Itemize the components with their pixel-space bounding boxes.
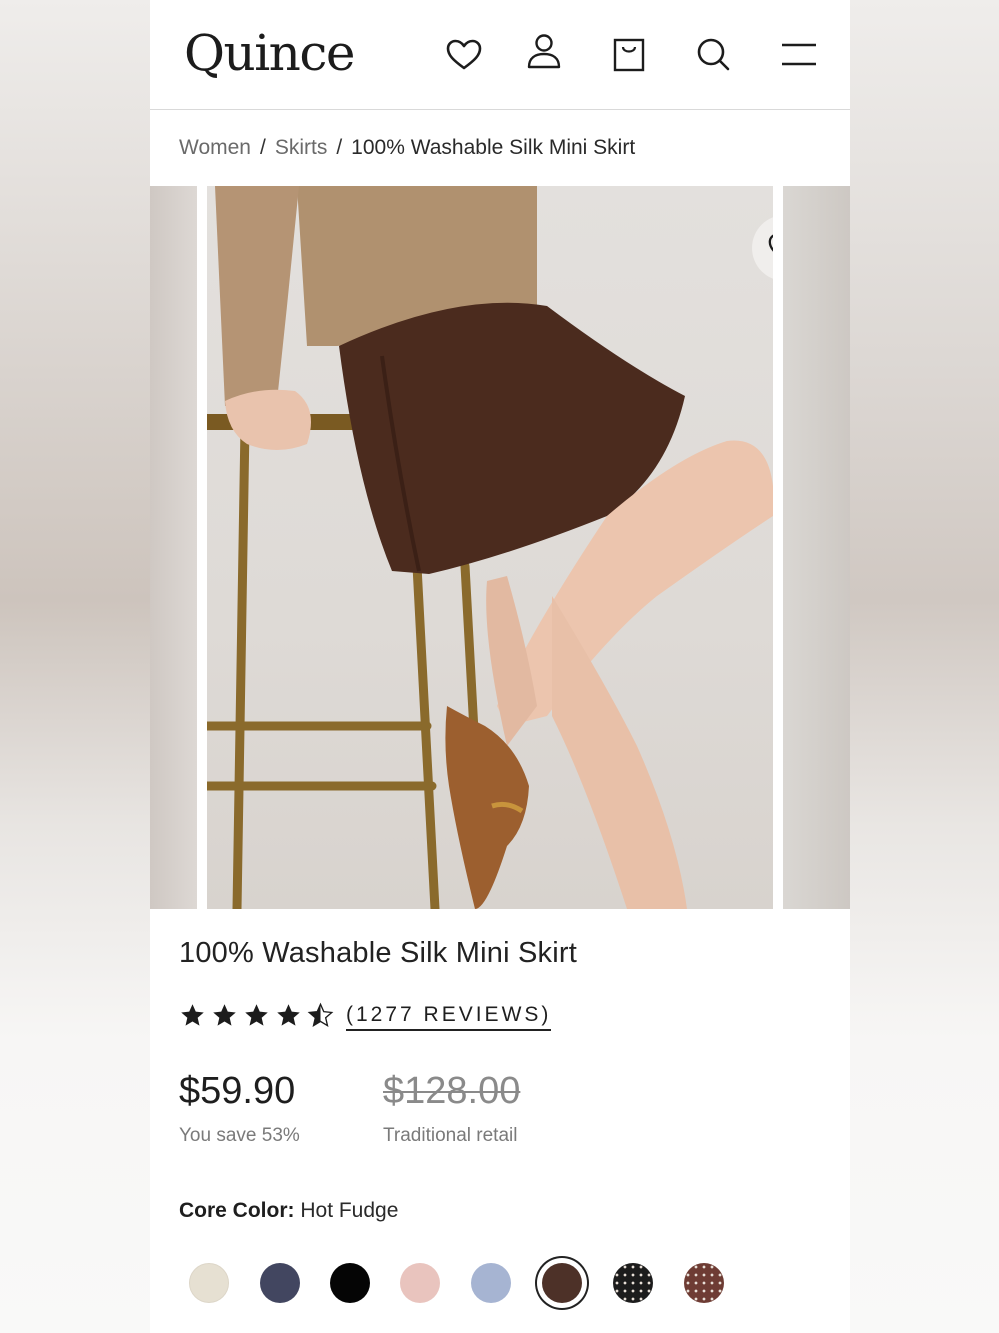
previous-image[interactable] — [150, 186, 197, 909]
reviews-link[interactable]: (1277 REVIEWS) — [346, 1003, 552, 1031]
color-label: Core Color: — [179, 1199, 295, 1222]
breadcrumb-current: 100% Washable Silk Mini Skirt — [351, 136, 636, 159]
heart-icon[interactable] — [444, 35, 484, 75]
retail-price-block: $128.00 Traditional retail — [383, 1070, 587, 1147]
breadcrumb-separator: / — [336, 136, 343, 159]
product-info: 100% Washable Silk Mini Skirt (1277 REVI… — [150, 937, 850, 1313]
product-photo-illustration — [207, 186, 773, 909]
swatch-blush[interactable] — [400, 1263, 440, 1303]
color-label-row: Core Color: Hot Fudge — [179, 1199, 821, 1223]
star-icon — [277, 1003, 300, 1026]
rating-row: (1277 REVIEWS) — [179, 998, 821, 1032]
swatch-navy[interactable] — [260, 1263, 300, 1303]
swatch-black[interactable] — [330, 1263, 370, 1303]
breadcrumb-separator: / — [259, 136, 266, 159]
search-icon[interactable] — [693, 35, 733, 75]
product-page: Quince Women / Skirts / 100% Washable Si… — [150, 0, 850, 1333]
price-row: $59.90 You save 53% $128.00 Traditional … — [179, 1070, 821, 1147]
swatch-brown-dot[interactable] — [684, 1263, 724, 1303]
star-icon — [213, 1003, 236, 1026]
swatch-blue[interactable] — [471, 1263, 511, 1303]
menu-icon[interactable] — [779, 35, 819, 75]
star-rating — [179, 1002, 334, 1029]
header-icons — [150, 32, 850, 78]
reviews-count: (1277 REVIEWS) — [346, 1003, 552, 1031]
retail-price: $128.00 — [383, 1070, 521, 1112]
color-swatches — [179, 1253, 821, 1313]
swatch-hot-fudge[interactable] — [542, 1263, 582, 1303]
half-star-icon — [307, 1002, 334, 1027]
savings-note: You save 53% — [179, 1125, 300, 1146]
backdrop-right — [849, 0, 999, 1333]
breadcrumb-women[interactable]: Women — [179, 136, 251, 160]
account-icon[interactable] — [524, 32, 564, 72]
next-image[interactable] — [783, 186, 850, 909]
site-header: Quince — [150, 0, 850, 110]
bag-icon[interactable] — [609, 35, 649, 75]
swatch-ivory[interactable] — [189, 1263, 229, 1303]
star-icon — [245, 1003, 268, 1026]
product-gallery[interactable] — [150, 186, 850, 909]
sale-price-block: $59.90 You save 53% — [179, 1070, 383, 1147]
breadcrumb-skirts[interactable]: Skirts — [275, 136, 328, 160]
heart-icon — [768, 234, 773, 252]
selected-color: Hot Fudge — [300, 1199, 399, 1222]
retail-note: Traditional retail — [383, 1125, 518, 1146]
breadcrumb: Women / Skirts / 100% Washable Silk Mini… — [150, 110, 850, 186]
backdrop-left — [0, 0, 150, 1333]
product-title: 100% Washable Silk Mini Skirt — [179, 937, 577, 969]
sale-price: $59.90 — [179, 1070, 296, 1112]
swatch-black-dot[interactable] — [613, 1263, 653, 1303]
star-icon — [181, 1003, 204, 1026]
product-image — [207, 186, 773, 909]
